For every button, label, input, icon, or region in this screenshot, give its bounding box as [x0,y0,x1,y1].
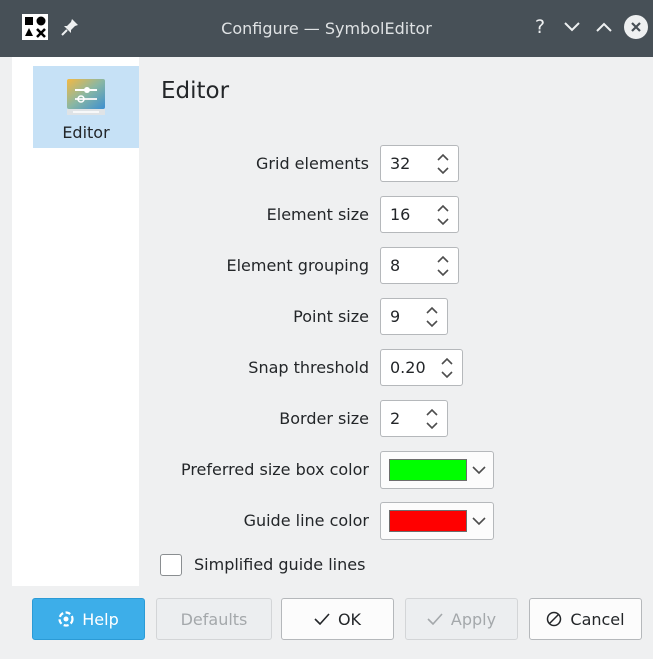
title-bar[interactable]: Configure — SymbolEditor ? [0,0,653,57]
preferred-size-box-color-label: Preferred size box color [180,460,369,479]
check-icon [427,613,443,625]
minimize-icon[interactable] [560,15,584,39]
grid-elements-label: Grid elements [256,154,369,173]
simplified-guide-lines-label[interactable]: Simplified guide lines [194,555,365,574]
border-size-label: Border size [279,409,369,428]
check-icon [314,613,330,625]
defaults-button[interactable]: Defaults [156,598,272,640]
spin-arrows-icon[interactable] [425,407,439,431]
sidebar-item-label: Editor [62,123,110,142]
close-icon[interactable] [624,15,648,39]
maximize-icon[interactable] [592,15,616,39]
help-icon[interactable]: ? [528,15,552,39]
point-size-value[interactable]: 9 [390,307,400,326]
ok-button-label: OK [337,609,362,629]
guide-line-color-label: Guide line color [243,511,369,530]
grid-elements-spinbox[interactable]: 32 [380,145,459,182]
sidebar-item-editor[interactable]: Editor [33,66,139,148]
spin-arrows-icon[interactable] [436,152,450,176]
simplified-guide-lines-checkbox[interactable] [160,554,182,576]
page-title: Editor [161,78,230,104]
border-size-spinbox[interactable]: 2 [380,400,448,437]
window-title: Configure — SymbolEditor [221,19,432,38]
cancel-button-label: Cancel [570,609,625,629]
chevron-down-icon [472,517,486,526]
element-size-value[interactable]: 16 [390,205,410,224]
spin-arrows-icon[interactable] [425,305,439,329]
point-size-label: Point size [293,307,369,326]
chevron-down-icon [472,466,486,475]
preferred-size-color-swatch [389,459,467,481]
snap-threshold-value[interactable]: 0.20 [390,358,426,377]
border-size-value[interactable]: 2 [390,409,400,428]
ok-button[interactable]: OK [281,598,394,640]
snap-threshold-label: Snap threshold [248,358,369,377]
dialog-button-box: Help Defaults OK Apply Cancel [0,586,653,659]
spin-arrows-icon[interactable] [440,356,454,380]
defaults-button-label: Defaults [180,609,248,629]
spin-arrows-icon[interactable] [436,254,450,278]
snap-threshold-spinbox[interactable]: 0.20 [380,349,463,386]
guide-line-color-button[interactable] [380,502,494,540]
element-grouping-value[interactable]: 8 [390,256,400,275]
element-grouping-label: Element grouping [226,256,369,275]
element-size-spinbox[interactable]: 16 [380,196,459,233]
apply-button[interactable]: Apply [405,598,518,640]
cancel-button[interactable]: Cancel [529,598,642,640]
spin-arrows-icon[interactable] [436,203,450,227]
configure-dialog: Configure — SymbolEditor ? Editor Editor… [0,0,653,659]
guide-line-color-swatch [389,510,467,532]
element-grouping-spinbox[interactable]: 8 [380,247,459,284]
help-button-label: Help [82,609,119,629]
sidebar: Editor [12,57,140,586]
apply-button-label: Apply [450,609,497,629]
help-button[interactable]: Help [32,598,145,640]
editor-settings-icon [67,79,105,115]
point-size-spinbox[interactable]: 9 [380,298,448,335]
element-size-label: Element size [266,205,369,224]
grid-elements-value[interactable]: 32 [390,154,410,173]
preferred-size-box-color-button[interactable] [380,451,494,489]
cancel-icon [547,611,562,627]
help-lifebuoy-icon [58,611,74,627]
editor-page: Editor Grid elements 32 Element size 16 … [139,57,653,586]
